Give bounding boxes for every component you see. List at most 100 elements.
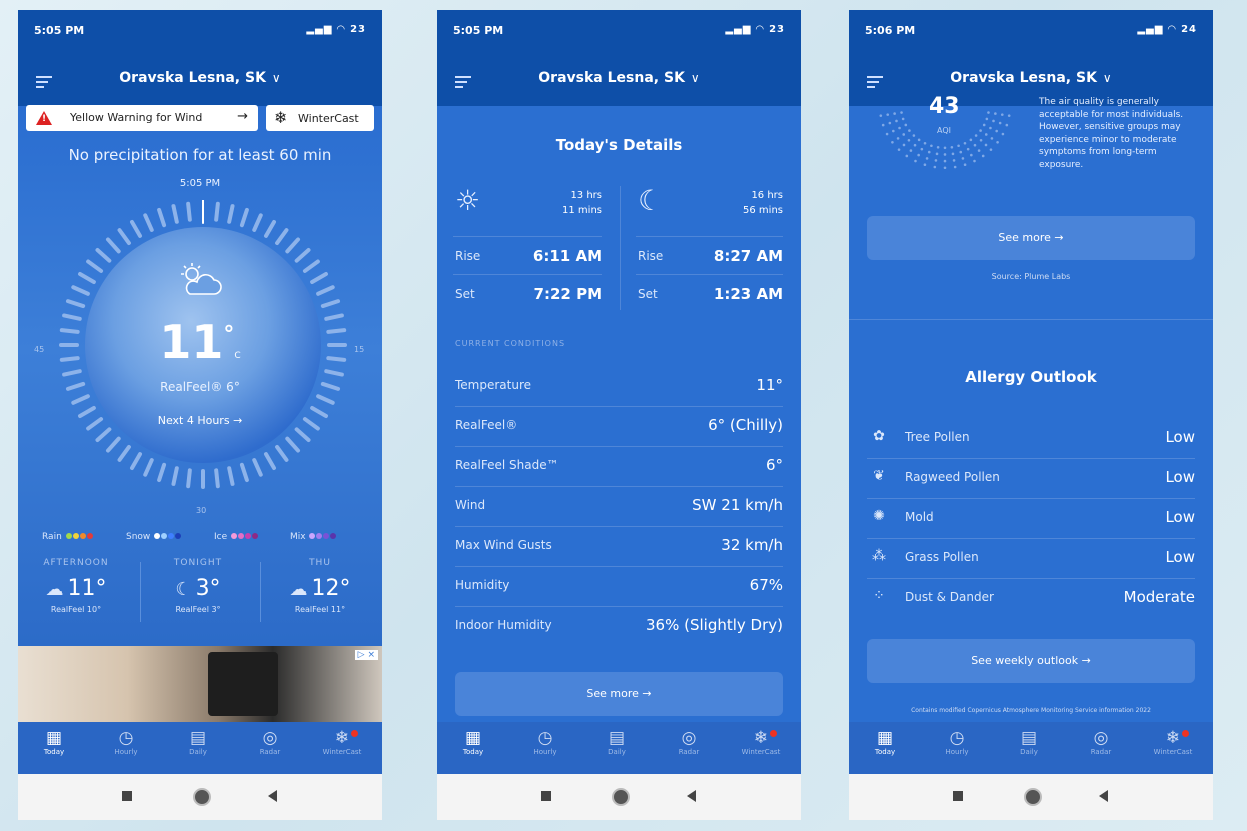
aqi-dot: [925, 157, 929, 160]
aqi-dot: [902, 143, 906, 147]
battery-level: 24: [1181, 24, 1197, 35]
aqi-dot: [891, 140, 894, 144]
aqi-dot: [985, 117, 989, 121]
allergy-row-mold[interactable]: ✺ Mold Low: [867, 498, 1195, 539]
tab-wintercast[interactable]: ❄ WinterCast: [731, 728, 791, 756]
precipitation-status: No precipitation for at least 60 min: [68, 146, 332, 164]
wind-warning-banner[interactable]: ! Yellow Warning for Wind →: [26, 105, 258, 131]
dial-tick: [186, 201, 192, 222]
back-button[interactable]: [687, 790, 696, 802]
recent-apps-button[interactable]: [953, 791, 963, 801]
wintercast-label: WinterCast: [298, 112, 359, 125]
see-more-button[interactable]: See more →: [867, 216, 1195, 260]
dial-tick: [239, 462, 249, 483]
tab-radar[interactable]: ◎ Radar: [659, 728, 719, 756]
home-button[interactable]: [193, 788, 211, 806]
daylight-duration: 13 hrs 11 mins: [562, 188, 602, 218]
aqi-description: The air quality is generally acceptable …: [1039, 97, 1184, 170]
allergy-row-tree-pollen[interactable]: ✿ Tree Pollen Low: [867, 418, 1195, 459]
sunset-time: 7:22 PM: [533, 285, 602, 303]
allergy-row-grass[interactable]: ⁂ Grass Pollen Low: [867, 538, 1195, 579]
warning-text: Yellow Warning for Wind: [70, 111, 203, 124]
tab-hourly[interactable]: ◷ Hourly: [515, 728, 575, 756]
dial-tick: [264, 452, 276, 470]
dial-tick: [186, 468, 192, 489]
aqi-label: AQI: [937, 126, 951, 135]
tab-radar[interactable]: ◎ Radar: [1071, 728, 1131, 756]
battery-level: 23: [769, 24, 785, 35]
aqi-dot: [1005, 123, 1009, 127]
tab-wintercast[interactable]: ❄ WinterCast: [312, 728, 372, 756]
tab-label: Today: [462, 748, 484, 756]
recent-apps-button[interactable]: [122, 791, 132, 801]
dial-tick: [71, 394, 90, 405]
tab-wintercast[interactable]: ❄ WinterCast: [1143, 728, 1203, 756]
aqi-dot: [908, 129, 911, 132]
see-weekly-outlook-button[interactable]: See weekly outlook →: [867, 639, 1195, 683]
detail-value: 36% (Slightly Dry): [646, 616, 783, 634]
tab-radar[interactable]: ◎ Radar: [240, 728, 300, 756]
aqi-dot: [996, 140, 999, 144]
back-button[interactable]: [1099, 790, 1108, 802]
legend-color-dot: [79, 533, 86, 539]
forecast-tonight[interactable]: TONIGHT ☾ 3° RealFeel 3°: [144, 558, 252, 628]
tab-hourly[interactable]: ◷ Hourly: [927, 728, 987, 756]
moonset-time: 1:23 AM: [713, 285, 783, 303]
dial-tick: [252, 213, 263, 232]
tab-label: Radar: [678, 748, 700, 756]
advertisement-banner[interactable]: ▷ ×: [18, 646, 382, 722]
location-selector[interactable]: Oravska Lesna, SK ∨: [849, 70, 1213, 86]
tab-hourly[interactable]: ◷ Hourly: [96, 728, 156, 756]
forecast-afternoon[interactable]: AFTERNOON ☁ 11° RealFeel 10°: [22, 558, 130, 628]
aqi-dot: [977, 149, 981, 152]
chevron-down-icon: ∨: [690, 71, 700, 85]
back-button[interactable]: [268, 790, 277, 802]
tab-daily[interactable]: ▤ Daily: [587, 728, 647, 756]
dial-tick: [302, 259, 320, 273]
sun-panel: ☼ 13 hrs 11 mins Rise 6:11 AM Set 7:22 PM: [437, 182, 620, 312]
detail-label: RealFeel®: [455, 418, 518, 432]
forecast-thursday[interactable]: THU ☁ 12° RealFeel 11°: [266, 558, 374, 628]
aqi-dot: [984, 143, 988, 147]
allergy-title: Allergy Outlook: [965, 368, 1097, 386]
allergy-row-ragweed[interactable]: ❦ Ragweed Pollen Low: [867, 458, 1195, 499]
forecast-temp: 3°: [195, 576, 221, 601]
legend-color-dot: [72, 533, 79, 539]
tab-daily[interactable]: ▤ Daily: [168, 728, 228, 756]
notification-dot: [1182, 730, 1189, 737]
tab-today[interactable]: ▦ Today: [24, 728, 84, 756]
aqi-dot: [913, 143, 917, 147]
allergy-value: Low: [1165, 548, 1195, 566]
aqi-dot: [930, 144, 933, 148]
clock-icon: ◷: [537, 728, 553, 748]
ad-choices-badge[interactable]: ▷ ×: [354, 650, 378, 660]
tab-today[interactable]: ▦ Today: [443, 728, 503, 756]
aqi-dot: [898, 126, 901, 130]
recent-apps-button[interactable]: [541, 791, 551, 801]
aqi-dot: [963, 141, 967, 145]
legend-snow-label: Snow: [126, 532, 151, 542]
next-hours-link[interactable]: Next 4 Hours →: [18, 414, 382, 427]
dial-current-time: 5:05 PM: [179, 178, 221, 189]
wintercast-button[interactable]: ❄ WinterCast: [266, 105, 374, 131]
home-button[interactable]: [612, 788, 630, 806]
tab-today[interactable]: ▦ Today: [855, 728, 915, 756]
moon-panel: ☾ 16 hrs 56 mins Rise 8:27 AM Set 1:23 AM: [620, 182, 801, 312]
legend-color-dot: [86, 533, 93, 539]
data-source: Source: Plume Labs: [991, 272, 1071, 281]
location-selector[interactable]: Oravska Lesna, SK ∨: [437, 70, 801, 86]
allergy-row-dust[interactable]: ⁘ Dust & Dander Moderate: [867, 578, 1195, 618]
calendar-icon: ▤: [189, 728, 207, 748]
android-nav-bar: [18, 774, 382, 820]
tab-daily[interactable]: ▤ Daily: [999, 728, 1059, 756]
dial-tick: [130, 220, 142, 238]
moon-icon: ☾: [638, 184, 664, 217]
forecast-temp: 11°: [67, 576, 107, 601]
aqi-dot: [998, 121, 1002, 125]
home-button[interactable]: [1024, 788, 1042, 806]
see-more-button[interactable]: See more →: [455, 672, 783, 716]
location-selector[interactable]: Oravska Lesna, SK ∨: [18, 70, 382, 86]
aqi-dot: [994, 112, 997, 115]
status-time: 5:05 PM: [453, 24, 504, 37]
dial-tick: [117, 228, 131, 246]
